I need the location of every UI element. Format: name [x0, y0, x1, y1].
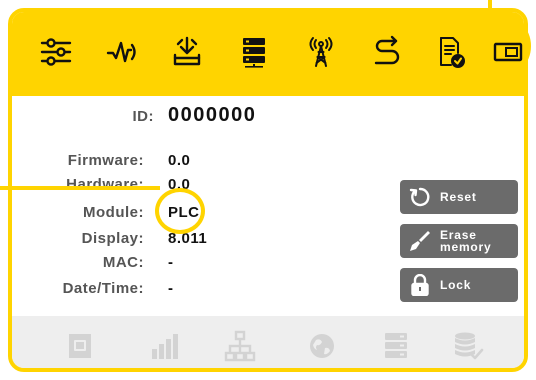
- toolbar-highlight-circle: [467, 14, 531, 78]
- datetime-value: -: [168, 280, 174, 297]
- pulse-icon[interactable]: [102, 32, 142, 72]
- lock-button[interactable]: Lock: [400, 268, 518, 302]
- status-bar: [12, 316, 524, 368]
- erase-memory-button[interactable]: Erase memory: [400, 224, 518, 258]
- server-icon[interactable]: [234, 32, 274, 72]
- module-callout-line: [0, 186, 160, 190]
- route-icon[interactable]: [367, 32, 407, 72]
- lock-label: Lock: [440, 278, 472, 292]
- datetime-label: Date/Time:: [62, 280, 144, 297]
- display-label: Display:: [81, 230, 144, 247]
- device-info-panel: ID: 0000000 Firmware: 0.0 Hardware: 0.0 …: [8, 8, 528, 372]
- id-label: ID:: [132, 108, 154, 125]
- signal-bars-icon: [146, 328, 182, 364]
- firmware-label: Firmware:: [67, 152, 144, 169]
- module-label: Module:: [83, 204, 144, 221]
- database-check-icon: [450, 328, 486, 364]
- hardware-label: Hardware:: [66, 176, 144, 193]
- firmware-value: 0.0: [168, 152, 191, 169]
- brush-icon: [400, 229, 440, 253]
- reset-button[interactable]: Reset: [400, 180, 518, 214]
- reset-label: Reset: [440, 190, 477, 204]
- antenna-tower-icon[interactable]: [301, 32, 341, 72]
- globe-icon: [304, 328, 340, 364]
- lock-icon: [400, 274, 440, 296]
- id-value: 0000000: [168, 104, 257, 126]
- report-check-icon[interactable]: [430, 32, 470, 72]
- network-icon: [222, 328, 258, 364]
- download-tray-icon[interactable]: [167, 32, 207, 72]
- sim-card-icon: [62, 328, 98, 364]
- reset-icon: [400, 186, 440, 208]
- toolbar-callout-line: [488, 0, 492, 16]
- erase-label-line2: memory: [440, 240, 492, 254]
- mac-label: MAC:: [102, 254, 144, 271]
- erase-memory-label: Erase memory: [440, 229, 492, 253]
- server-stack-icon: [378, 328, 414, 364]
- mac-value: -: [168, 254, 174, 271]
- sliders-icon[interactable]: [36, 32, 76, 72]
- module-highlight-circle: [155, 188, 205, 234]
- top-toolbar: [12, 12, 524, 96]
